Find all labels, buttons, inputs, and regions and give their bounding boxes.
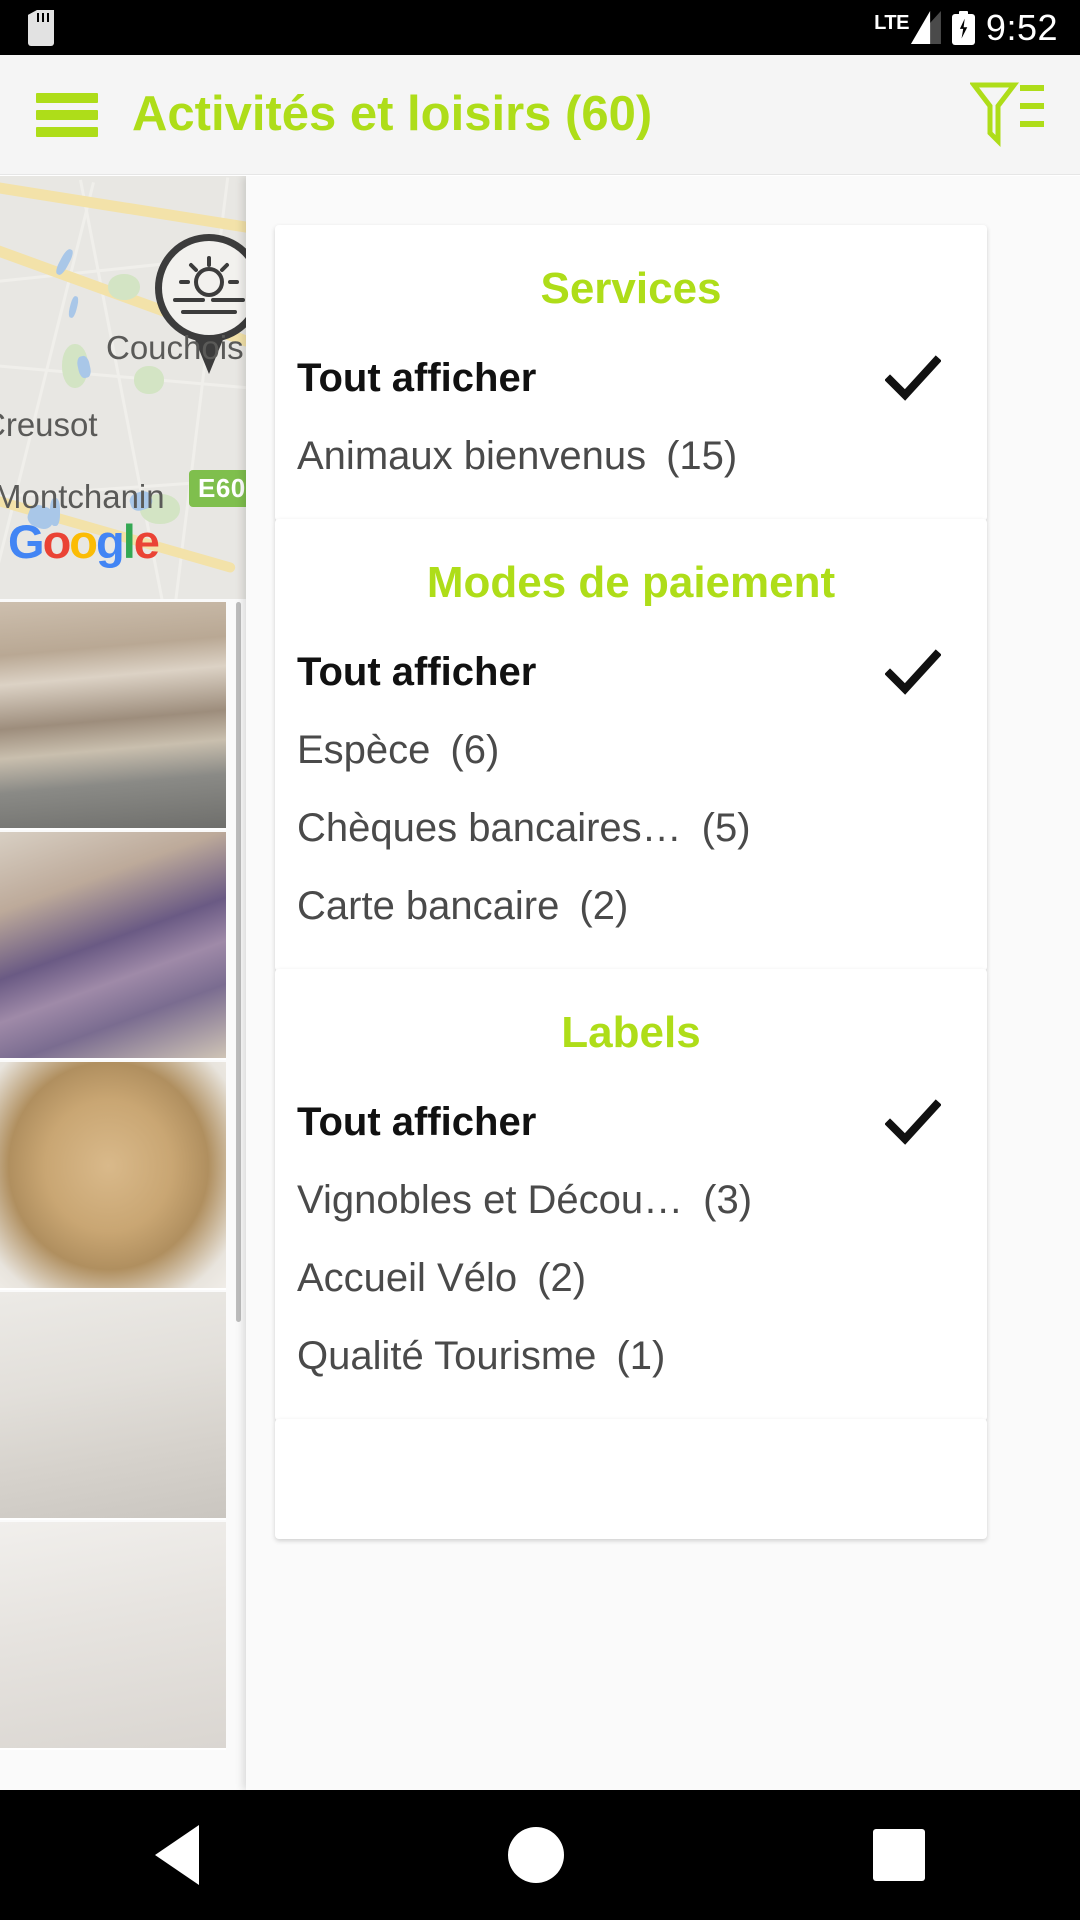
filter-option-count: (6): [450, 728, 500, 772]
app-bar: Activités et loisirs (60): [0, 55, 1080, 175]
filter-option-label: Tout afficher: [297, 650, 537, 694]
filter-option-label: Chèques bancaires…: [297, 806, 682, 850]
filter-option-label: Accueil Vélo: [297, 1256, 518, 1300]
filter-drawer[interactable]: Services Tout afficher Animaux bienvenus…: [246, 176, 1080, 1790]
filter-option-row[interactable]: Espèce (6): [275, 711, 987, 789]
filter-option-row[interactable]: Animaux bienvenus (15): [275, 417, 987, 495]
system-navigation-bar: [0, 1790, 1080, 1920]
background-column: Couchois Creusot Montchanin E60 G o o g …: [0, 176, 246, 1790]
status-bar-right: LTE 9:52: [874, 6, 1058, 48]
filter-option-row[interactable]: Tout afficher: [275, 339, 987, 417]
back-triangle-icon[interactable]: [154, 1825, 199, 1885]
status-bar: LTE 9:52: [0, 0, 1080, 55]
list-item-photo[interactable]: [0, 1522, 226, 1750]
filter-card-payment-methods: Modes de paiement Tout afficher Espèce (…: [275, 519, 987, 971]
checkmark-icon: [885, 1094, 941, 1150]
status-bar-clock: 9:52: [985, 6, 1058, 48]
map-view[interactable]: Couchois Creusot Montchanin E60 G o o g …: [0, 176, 246, 599]
filter-option-row[interactable]: Vignobles et Décou… (3): [275, 1161, 987, 1239]
filter-option-row[interactable]: Tout afficher: [275, 1083, 987, 1161]
network-indicator: LTE: [874, 11, 941, 44]
filter-option-label: Animaux bienvenus: [297, 434, 647, 478]
filter-option-label: Vignobles et Décou…: [297, 1178, 684, 1222]
list-item-photo[interactable]: [0, 1292, 226, 1520]
signal-bars-icon: [910, 11, 941, 44]
filter-option-label: Tout afficher: [297, 1100, 537, 1144]
filter-card-labels: Labels Tout afficher Vignobles et Décou……: [275, 969, 987, 1421]
checkmark-icon: [885, 644, 941, 700]
filter-option-label: Tout afficher: [297, 356, 537, 400]
filter-option-count: (3): [703, 1178, 753, 1222]
filter-option-count: (15): [666, 434, 738, 478]
road-number-badge: E60: [189, 470, 246, 507]
filter-card-title: Modes de paiement: [426, 558, 836, 607]
filter-option-count: (2): [537, 1256, 587, 1300]
map-label-montchanin: Montchanin: [0, 478, 165, 515]
filter-option-count: (5): [701, 806, 751, 850]
filter-funnel-icon[interactable]: [968, 79, 1046, 151]
filter-option-label: Espèce: [297, 728, 431, 772]
map-label-creusot: Creusot: [0, 406, 98, 443]
status-bar-left: [28, 9, 54, 46]
filter-option-count: (2): [579, 884, 629, 928]
google-attribution: G o o g l e: [8, 515, 160, 568]
home-circle-icon[interactable]: [507, 1827, 564, 1883]
page-title: Activités et loisirs (60): [132, 87, 653, 141]
filter-card-services: Services Tout afficher Animaux bienvenus…: [275, 225, 987, 521]
list-scrollbar[interactable]: [236, 602, 241, 1322]
network-type-label: LTE: [874, 12, 909, 34]
recents-square-icon[interactable]: [873, 1829, 926, 1881]
filter-option-row[interactable]: Accueil Vélo (2): [275, 1239, 987, 1317]
hamburger-menu-icon[interactable]: [36, 92, 98, 137]
filter-option-row[interactable]: Tout afficher: [275, 633, 987, 711]
filter-card-title: Services: [540, 264, 722, 313]
filter-card-next-partial: [275, 1419, 987, 1539]
filter-option-row[interactable]: Qualité Tourisme (1): [275, 1317, 987, 1395]
filter-option-label: Qualité Tourisme: [297, 1334, 597, 1378]
list-item-photo[interactable]: [0, 1062, 226, 1290]
list-item-photo[interactable]: saint-Jean Encadrement - Galerie d'Art: [0, 602, 226, 830]
content-area: Couchois Creusot Montchanin E60 G o o g …: [0, 176, 1080, 1790]
filter-option-count: (1): [616, 1334, 666, 1378]
sd-card-icon: [28, 9, 54, 46]
filter-option-row[interactable]: Carte bancaire (2): [275, 867, 987, 945]
checkmark-icon: [885, 350, 941, 406]
filter-option-label: Carte bancaire: [297, 884, 560, 928]
list-item-photo[interactable]: [0, 832, 226, 1060]
filter-option-row[interactable]: Chèques bancaires… (5): [275, 789, 987, 867]
battery-charging-icon: [951, 10, 975, 45]
map-label-couchois: Couchois: [106, 329, 244, 366]
filter-card-title: Labels: [561, 1008, 701, 1057]
